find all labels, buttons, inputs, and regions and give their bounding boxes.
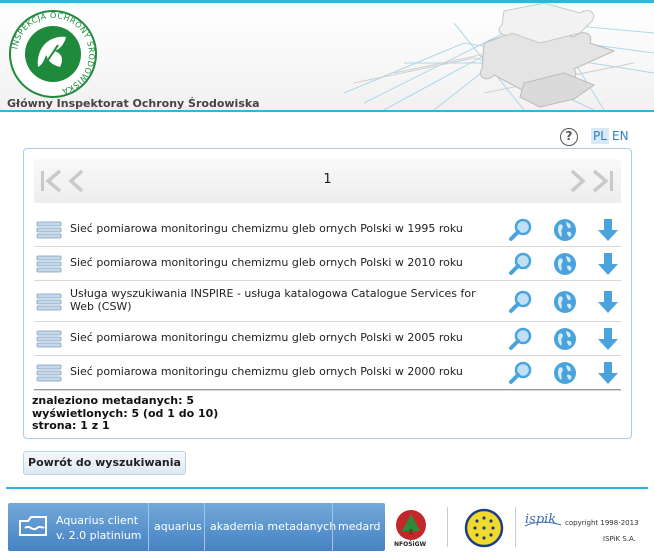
dataset-stack-icon xyxy=(36,221,62,239)
magnifier-icon[interactable] xyxy=(508,251,534,277)
last-page-icon[interactable] xyxy=(590,167,616,195)
results-panel: 1 Sieć pomiarowa monitoringu chemizmu gl… xyxy=(23,148,632,439)
download-arrow-icon[interactable] xyxy=(595,217,621,243)
footer-link-akademia-metadanych[interactable]: akademia metadanych xyxy=(204,503,341,551)
globe-icon[interactable] xyxy=(552,289,578,315)
inspire-logo[interactable] xyxy=(463,507,505,549)
help-icon[interactable]: ? xyxy=(560,128,578,146)
current-page-number: 1 xyxy=(323,172,332,187)
result-row: Sieć pomiarowa monitoringu chemizmu gleb… xyxy=(34,356,621,391)
result-title[interactable]: Usługa wyszukiwania INSPIRE - usługa kat… xyxy=(70,287,500,313)
language-pl[interactable]: PL xyxy=(591,128,609,144)
magnifier-icon[interactable] xyxy=(508,326,534,352)
result-row: Usługa wyszukiwania INSPIRE - usługa kat… xyxy=(34,281,621,322)
dataset-stack-icon xyxy=(36,364,62,382)
download-arrow-icon[interactable] xyxy=(595,251,621,277)
download-arrow-icon[interactable] xyxy=(595,289,621,315)
header-separator xyxy=(0,110,654,112)
magnifier-icon[interactable] xyxy=(508,289,534,315)
ispik-logo[interactable]: ispik xyxy=(523,509,563,529)
aquarius-logo-icon[interactable] xyxy=(16,513,50,541)
magnifier-icon[interactable] xyxy=(508,217,534,243)
stats-divider xyxy=(34,389,621,390)
back-to-search-button[interactable]: Powrót do wyszukiwania xyxy=(23,451,186,475)
language-en[interactable]: EN xyxy=(612,128,629,144)
globe-icon[interactable] xyxy=(552,360,578,386)
pagination-bar: 1 xyxy=(34,159,621,203)
company-name: ISPiK S.A. xyxy=(603,535,636,543)
result-row: Sieć pomiarowa monitoringu chemizmu gleb… xyxy=(34,322,621,356)
next-page-icon[interactable] xyxy=(564,167,590,195)
result-stats: znaleziono metadanych: 5 wyświetlonych: … xyxy=(32,394,218,433)
result-title[interactable]: Sieć pomiarowa monitoringu chemizmu gleb… xyxy=(70,222,500,235)
partner-logos: NFOŚiGW ispik copyright 1998-2013 ISPiK … xyxy=(385,503,646,551)
globe-icon[interactable] xyxy=(552,326,578,352)
copyright-text: copyright 1998-2013 xyxy=(565,519,639,527)
result-title[interactable]: Sieć pomiarowa monitoringu chemizmu gleb… xyxy=(70,256,500,269)
dataset-stack-icon xyxy=(36,330,62,348)
footer-link-medard[interactable]: medard xyxy=(332,503,386,551)
logo-divider xyxy=(515,507,516,547)
result-row: Sieć pomiarowa monitoringu chemizmu gleb… xyxy=(34,247,621,281)
nfosigw-logo[interactable] xyxy=(395,509,427,541)
download-arrow-icon[interactable] xyxy=(595,360,621,386)
footer-link-aquarius[interactable]: aquarius xyxy=(148,503,207,551)
puzzle-illustration xyxy=(344,3,654,110)
page-footer: Aquarius client v. 2.0 platinium aquariu… xyxy=(8,503,646,551)
svg-text:ispik: ispik xyxy=(525,512,556,527)
app-version: v. 2.0 platinium xyxy=(56,529,142,542)
globe-icon[interactable] xyxy=(552,251,578,277)
result-title[interactable]: Sieć pomiarowa monitoringu chemizmu gleb… xyxy=(70,331,500,344)
nfosigw-label: NFOŚiGW xyxy=(394,541,427,548)
globe-icon[interactable] xyxy=(552,217,578,243)
download-arrow-icon[interactable] xyxy=(595,326,621,352)
stats-page: strona: 1 z 1 xyxy=(32,419,110,432)
app-name: Aquarius client xyxy=(56,514,139,527)
result-row: Sieć pomiarowa monitoringu chemizmu gleb… xyxy=(34,213,621,247)
page-header: INSPEKCJA OCHRONY ŚRODOWISKA Główny Insp… xyxy=(0,3,654,110)
dataset-stack-icon xyxy=(36,293,62,311)
organization-name: Główny Inspektorat Ochrony Środowiska xyxy=(7,97,260,110)
logo-divider xyxy=(447,507,448,547)
gios-logo[interactable]: INSPEKCJA OCHRONY ŚRODOWISKA xyxy=(8,9,98,99)
result-title[interactable]: Sieć pomiarowa monitoringu chemizmu gleb… xyxy=(70,365,500,378)
footer-separator xyxy=(6,487,648,489)
results-list: Sieć pomiarowa monitoringu chemizmu gleb… xyxy=(34,213,621,391)
stats-found: znaleziono metadanych: 5 xyxy=(32,394,194,407)
dataset-stack-icon xyxy=(36,255,62,273)
magnifier-icon[interactable] xyxy=(508,360,534,386)
footer-navigation: Aquarius client v. 2.0 platinium aquariu… xyxy=(8,503,385,551)
